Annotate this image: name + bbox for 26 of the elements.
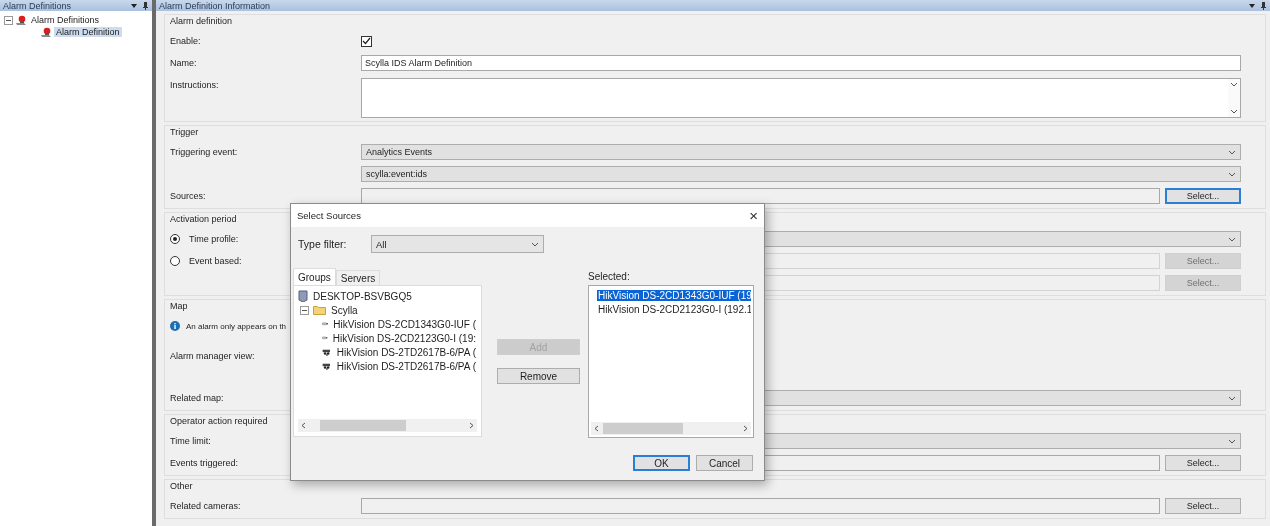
field-label: Related cameras: <box>170 501 241 511</box>
panel-title: Alarm Definition Information <box>159 0 272 11</box>
field-label: Name: <box>170 58 197 68</box>
field-label: Time limit: <box>170 436 211 446</box>
group-title: Operator action required <box>170 415 268 427</box>
field-label: Triggering event: <box>170 147 238 157</box>
group-title: Alarm definition <box>170 15 233 27</box>
field-label: Type filter: <box>298 238 348 250</box>
group-title: Activation period <box>170 213 237 225</box>
field-label: Alarm manager view: <box>170 351 255 361</box>
dropdown-value: Analytics Events <box>366 147 433 157</box>
info-text: An alarm only appears on th <box>186 321 287 331</box>
dropdown-value: scylla:event:ids <box>366 169 428 179</box>
field-label: Events triggered: <box>170 458 239 468</box>
radio-label: Event based: <box>189 256 242 266</box>
field-label: Instructions: <box>170 80 219 90</box>
field-label: Sources: <box>170 191 206 201</box>
group-title: Other <box>170 480 193 492</box>
list-label: Selected: <box>588 270 631 284</box>
group-title: Map <box>170 300 188 312</box>
panel-title: Alarm Definitions <box>3 0 73 11</box>
field-label: Enable: <box>170 36 201 46</box>
radio-label: Time profile: <box>189 234 239 244</box>
group-title: Trigger <box>170 126 199 138</box>
dialog-title: Select Sources <box>297 210 361 221</box>
field-label: Related map: <box>170 393 224 403</box>
